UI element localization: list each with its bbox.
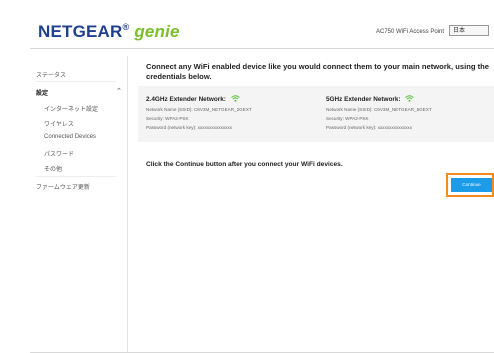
sidebar-item-connected-devices[interactable]: Connected Devices (44, 134, 96, 140)
sidebar-item-other[interactable]: その他 (44, 164, 62, 173)
network-5ghz-security: Security: WPA2-PSK (326, 116, 369, 121)
network-5ghz-title: 5GHz Extender Network: (326, 95, 494, 105)
wifi-icon (230, 95, 240, 102)
sidebar-item-label: 設定 (36, 91, 49, 97)
sidebar-item-password[interactable]: パスワード (44, 149, 74, 158)
chevron-up-icon: ⌃ (116, 88, 122, 95)
page-heading: Connect any WiFi enabled device like you… (146, 62, 489, 81)
netgear-genie-page: NETGEAR® genie AC750 WiFi Access Point 日… (0, 0, 494, 353)
network-5ghz-password: Password (network key): xxxxxxxxxxxxxxx (326, 125, 413, 130)
sidebar-nav: ステータス 設定 ⌃ インターネット設定 ワイヤレス Connected Dev… (30, 56, 128, 352)
language-select[interactable]: 日本 (449, 25, 489, 36)
continue-instruction: Click the Continue button after you conn… (146, 161, 343, 168)
sidebar-divider (36, 81, 116, 82)
sidebar-item-wireless[interactable]: ワイヤレス (44, 119, 74, 128)
network-24ghz-title-text: 2.4GHz Extender Network: (146, 96, 226, 103)
netgear-genie-logo: NETGEAR® genie (38, 22, 180, 41)
network-5ghz-title-text: 5GHz Extender Network: (326, 96, 401, 103)
network-24ghz-security: Security: WPA2-PSK (146, 116, 189, 121)
wifi-icon (405, 95, 415, 102)
logo-brand: NETGEAR (38, 22, 123, 41)
network-5ghz-ssid: Network Name (SSID): C6V3M_NETGEAR_5GEXT (326, 107, 432, 112)
network-24ghz-block: 2.4GHz Extender Network: Network Name (S… (146, 95, 316, 132)
sidebar-item-status[interactable]: ステータス (36, 70, 66, 79)
device-model-label: AC750 WiFi Access Point (376, 29, 445, 35)
continue-button[interactable]: Continue (451, 178, 492, 192)
network-24ghz-ssid: Network Name (SSID): C6V3M_NETGEAR_2GEXT (146, 107, 252, 112)
network-5ghz-block: 5GHz Extender Network: Network Name (SSI… (326, 95, 494, 132)
sidebar-item-settings[interactable]: 設定 ⌃ (36, 88, 122, 97)
sidebar-item-firmware-update[interactable]: ファームウェア更新 (36, 182, 90, 191)
sidebar-item-internet-settings[interactable]: インターネット設定 (44, 104, 98, 113)
network-credentials-panel: 2.4GHz Extender Network: Network Name (S… (138, 86, 494, 142)
header-divider (30, 48, 494, 49)
continue-highlight: Continue (446, 173, 494, 197)
sidebar-divider (36, 176, 116, 177)
logo-genie: genie (134, 22, 180, 41)
network-24ghz-password: Password (network key): xxxxxxxxxxxxxxx (146, 125, 233, 130)
main-content: Connect any WiFi enabled device like you… (138, 60, 494, 352)
network-24ghz-title: 2.4GHz Extender Network: (146, 95, 316, 105)
